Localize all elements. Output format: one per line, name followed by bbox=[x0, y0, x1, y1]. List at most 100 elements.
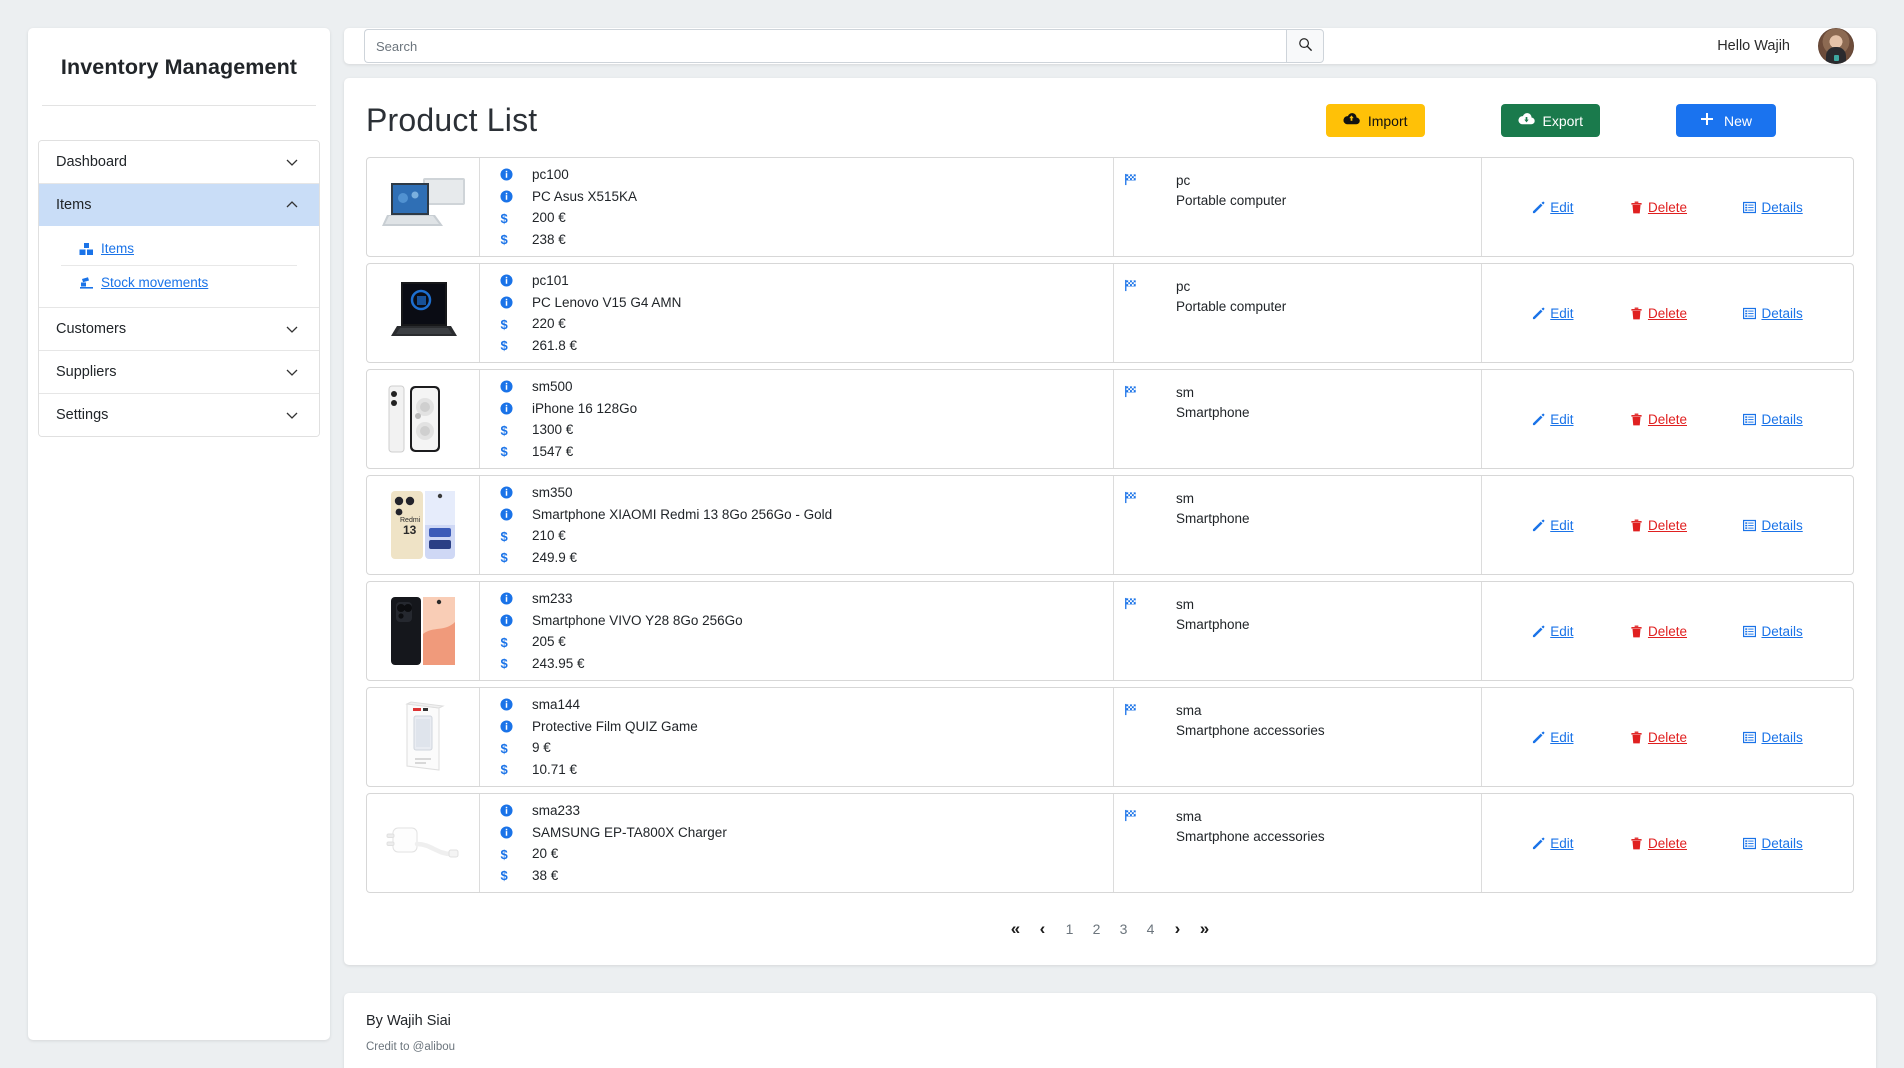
pagination-first[interactable]: « bbox=[1002, 915, 1029, 943]
brand-divider bbox=[42, 105, 316, 106]
pagination-next[interactable]: › bbox=[1164, 915, 1191, 943]
search-input[interactable] bbox=[364, 29, 1286, 63]
svg-text:$: $ bbox=[500, 656, 508, 670]
sidebar-item-settings[interactable]: Settings bbox=[39, 394, 319, 436]
product-info-cell: pc100 PC Asus X515KA $200 € $238 € bbox=[479, 158, 1113, 256]
pagination-page-2[interactable]: 2 bbox=[1083, 915, 1110, 943]
pencil-icon bbox=[1533, 625, 1545, 637]
search-button[interactable] bbox=[1286, 29, 1324, 63]
export-button[interactable]: Export bbox=[1500, 104, 1600, 137]
sidebar-item-customers-label: Customers bbox=[56, 321, 127, 337]
avatar[interactable] bbox=[1818, 28, 1854, 64]
category-code: sma bbox=[1176, 703, 1202, 718]
delete-link[interactable]: Delete bbox=[1630, 730, 1687, 745]
category-name: Smartphone accessories bbox=[1176, 829, 1325, 844]
details-link[interactable]: Details bbox=[1743, 412, 1803, 427]
edit-link[interactable]: Edit bbox=[1532, 835, 1574, 851]
edit-link[interactable]: Edit bbox=[1532, 200, 1574, 215]
dollar-icon: $ bbox=[480, 211, 532, 225]
info-icon bbox=[480, 168, 532, 181]
delete-link-label: Delete bbox=[1647, 199, 1687, 215]
info-icon bbox=[480, 592, 532, 605]
user-greeting: Hello Wajih bbox=[1717, 38, 1790, 54]
product-image-cell bbox=[367, 582, 479, 680]
product-thumbnail-charger bbox=[386, 827, 459, 858]
category-name: Smartphone bbox=[1176, 511, 1250, 526]
details-link[interactable]: Details bbox=[1743, 623, 1803, 639]
product-actions-cell: Edit Delete Details bbox=[1481, 476, 1853, 574]
svg-text:$: $ bbox=[500, 847, 508, 861]
product-price-ttc: 261.8 € bbox=[532, 337, 578, 353]
delete-link[interactable]: Delete bbox=[1630, 624, 1687, 639]
details-link-label: Details bbox=[1761, 305, 1803, 321]
svg-text:$: $ bbox=[500, 762, 508, 776]
dollar-icon: $ bbox=[480, 635, 532, 649]
table-row[interactable]: pc100 PC Asus X515KA $200 € $238 € pc Po… bbox=[366, 157, 1854, 257]
dollar-icon: $ bbox=[480, 550, 532, 564]
list-alt-icon bbox=[1743, 625, 1757, 637]
sidebar-item-dashboard[interactable]: Dashboard bbox=[39, 141, 319, 183]
product-name: PC Lenovo V15 G4 AMN bbox=[532, 294, 682, 310]
boxes-icon bbox=[79, 242, 94, 256]
product-price-ttc: 238 € bbox=[532, 231, 566, 247]
product-category-cell: sm Smartphone bbox=[1113, 476, 1481, 574]
pagination-last[interactable]: » bbox=[1191, 915, 1218, 943]
delete-link[interactable]: Delete bbox=[1630, 200, 1687, 215]
sidebar-subitem-stock-movements-label[interactable]: Stock movements bbox=[101, 275, 208, 290]
sidebar-group-items: Items Items Stock movements bbox=[39, 184, 319, 308]
sidebar-item-items[interactable]: Items bbox=[39, 184, 319, 226]
edit-link[interactable]: Edit bbox=[1532, 412, 1574, 427]
edit-link[interactable]: Edit bbox=[1532, 518, 1574, 533]
flag-icon bbox=[1114, 385, 1176, 398]
delete-link[interactable]: Delete bbox=[1630, 518, 1687, 533]
footer: By Wajih Siai Credit to @alibou bbox=[344, 993, 1876, 1068]
category-code: pc bbox=[1176, 279, 1191, 294]
edit-link[interactable]: Edit bbox=[1532, 624, 1574, 639]
table-row[interactable]: sma233 SAMSUNG EP-TA800X Charger $20 € $… bbox=[366, 793, 1854, 893]
product-thumbnail-box-film bbox=[405, 701, 445, 771]
export-button-label: Export bbox=[1542, 112, 1583, 129]
edit-link-label: Edit bbox=[1550, 305, 1574, 321]
pagination-page-1[interactable]: 1 bbox=[1056, 915, 1083, 943]
svg-text:$: $ bbox=[500, 232, 508, 246]
table-row[interactable]: sm500 iPhone 16 128Go $1300 € $1547 € sm… bbox=[366, 369, 1854, 469]
delete-link[interactable]: Delete bbox=[1630, 306, 1687, 321]
details-link[interactable]: Details bbox=[1743, 518, 1803, 533]
new-button[interactable]: New bbox=[1675, 104, 1776, 137]
details-link[interactable]: Details bbox=[1743, 200, 1803, 215]
edit-link-label: Edit bbox=[1550, 835, 1574, 851]
product-info-cell: sm350 Smartphone XIAOMI Redmi 13 8Go 256… bbox=[479, 476, 1113, 574]
delete-link[interactable]: Delete bbox=[1630, 412, 1687, 427]
import-button[interactable]: Import bbox=[1325, 104, 1425, 137]
sidebar-item-suppliers[interactable]: Suppliers bbox=[39, 351, 319, 393]
sidebar-group-customers: Customers bbox=[39, 308, 319, 351]
details-link[interactable]: Details bbox=[1743, 730, 1803, 745]
edit-link[interactable]: Edit bbox=[1532, 305, 1574, 321]
edit-link[interactable]: Edit bbox=[1532, 729, 1574, 745]
details-link-label: Details bbox=[1761, 623, 1803, 639]
import-button-label: Import bbox=[1367, 112, 1408, 129]
table-row[interactable]: pc101 PC Lenovo V15 G4 AMN $220 € $261.8… bbox=[366, 263, 1854, 363]
info-icon bbox=[480, 486, 532, 499]
sidebar-item-customers[interactable]: Customers bbox=[39, 308, 319, 350]
table-row[interactable]: Redmi 13 sm350 Smartphone XIAOMI Redmi 1… bbox=[366, 475, 1854, 575]
table-row[interactable]: sm233 Smartphone VIVO Y28 8Go 256Go $205… bbox=[366, 581, 1854, 681]
delete-link[interactable]: Delete bbox=[1630, 836, 1687, 851]
edit-link-label: Edit bbox=[1550, 729, 1574, 745]
dollar-icon: $ bbox=[480, 444, 532, 458]
details-link[interactable]: Details bbox=[1743, 305, 1803, 321]
sidebar-subitem-items[interactable]: Items bbox=[39, 232, 319, 265]
table-row[interactable]: sma144 Protective Film QUIZ Game $9 € $1… bbox=[366, 687, 1854, 787]
product-info-cell: pc101 PC Lenovo V15 G4 AMN $220 € $261.8… bbox=[479, 264, 1113, 362]
sidebar-subitem-stock-movements[interactable]: Stock movements bbox=[39, 266, 319, 299]
details-link[interactable]: Details bbox=[1743, 836, 1803, 851]
category-code: sma bbox=[1176, 809, 1202, 824]
plus-icon bbox=[1700, 112, 1714, 129]
pagination-page-3[interactable]: 3 bbox=[1110, 915, 1137, 943]
sidebar-item-suppliers-label: Suppliers bbox=[56, 364, 117, 380]
pagination-page-4[interactable]: 4 bbox=[1137, 915, 1164, 943]
pagination-prev[interactable]: ‹ bbox=[1029, 915, 1056, 943]
sidebar-subitem-items-label[interactable]: Items bbox=[101, 241, 134, 256]
sidebar-group-dashboard: Dashboard bbox=[39, 141, 319, 184]
list-alt-icon bbox=[1743, 413, 1757, 425]
